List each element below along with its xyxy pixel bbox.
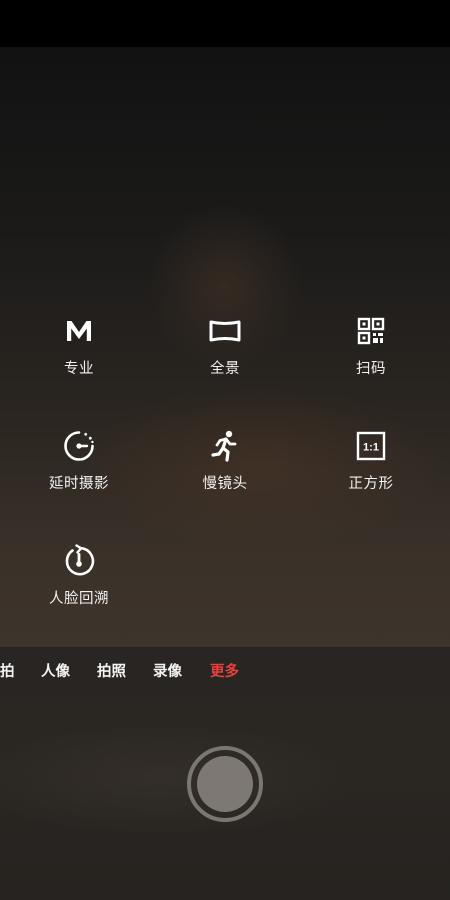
manual-m-icon bbox=[67, 321, 91, 341]
tab-photo[interactable]: 拍照 bbox=[97, 660, 126, 681]
square-ratio-icon: 1:1 bbox=[356, 431, 386, 461]
tab-photo-partial[interactable]: 拍 bbox=[0, 660, 15, 681]
tab-portrait[interactable]: 人像 bbox=[41, 660, 70, 681]
svg-text:1:1: 1:1 bbox=[363, 442, 379, 454]
timelapse-icon bbox=[64, 431, 94, 461]
mode-scan-qr[interactable]: 扫码 bbox=[321, 314, 421, 378]
camera-screen: 专业 全景 扫码 延时摄影 慢镜头 1:1 正方形 人脸回溯 拍 人像 拍照 录… bbox=[0, 0, 450, 900]
shutter-button-inner bbox=[197, 756, 253, 812]
shutter-button[interactable] bbox=[187, 746, 263, 822]
mode-label: 人脸回溯 bbox=[49, 591, 109, 607]
mode-label: 全景 bbox=[210, 361, 240, 377]
mode-label: 专业 bbox=[64, 361, 94, 377]
qr-code-icon bbox=[357, 317, 385, 345]
mode-label: 扫码 bbox=[356, 361, 386, 377]
mode-label: 延时摄影 bbox=[49, 476, 109, 492]
mode-square[interactable]: 1:1 正方形 bbox=[321, 429, 421, 493]
mode-pro[interactable]: 专业 bbox=[29, 314, 129, 378]
mode-face-retro[interactable]: 人脸回溯 bbox=[29, 544, 129, 608]
slow-motion-runner-icon bbox=[211, 430, 237, 462]
mode-label: 慢镜头 bbox=[202, 476, 248, 492]
mode-timelapse[interactable]: 延时摄影 bbox=[29, 429, 129, 493]
face-retro-timer-icon bbox=[65, 544, 95, 576]
mode-panorama[interactable]: 全景 bbox=[175, 314, 275, 378]
mode-tab-bar: 拍 人像 拍照 录像 更多 bbox=[0, 660, 450, 686]
mode-slow-motion[interactable]: 慢镜头 bbox=[175, 429, 275, 493]
panorama-icon bbox=[209, 320, 241, 342]
tab-video[interactable]: 录像 bbox=[153, 660, 182, 681]
mode-label: 正方形 bbox=[348, 476, 394, 492]
tab-more[interactable]: 更多 bbox=[210, 660, 239, 681]
